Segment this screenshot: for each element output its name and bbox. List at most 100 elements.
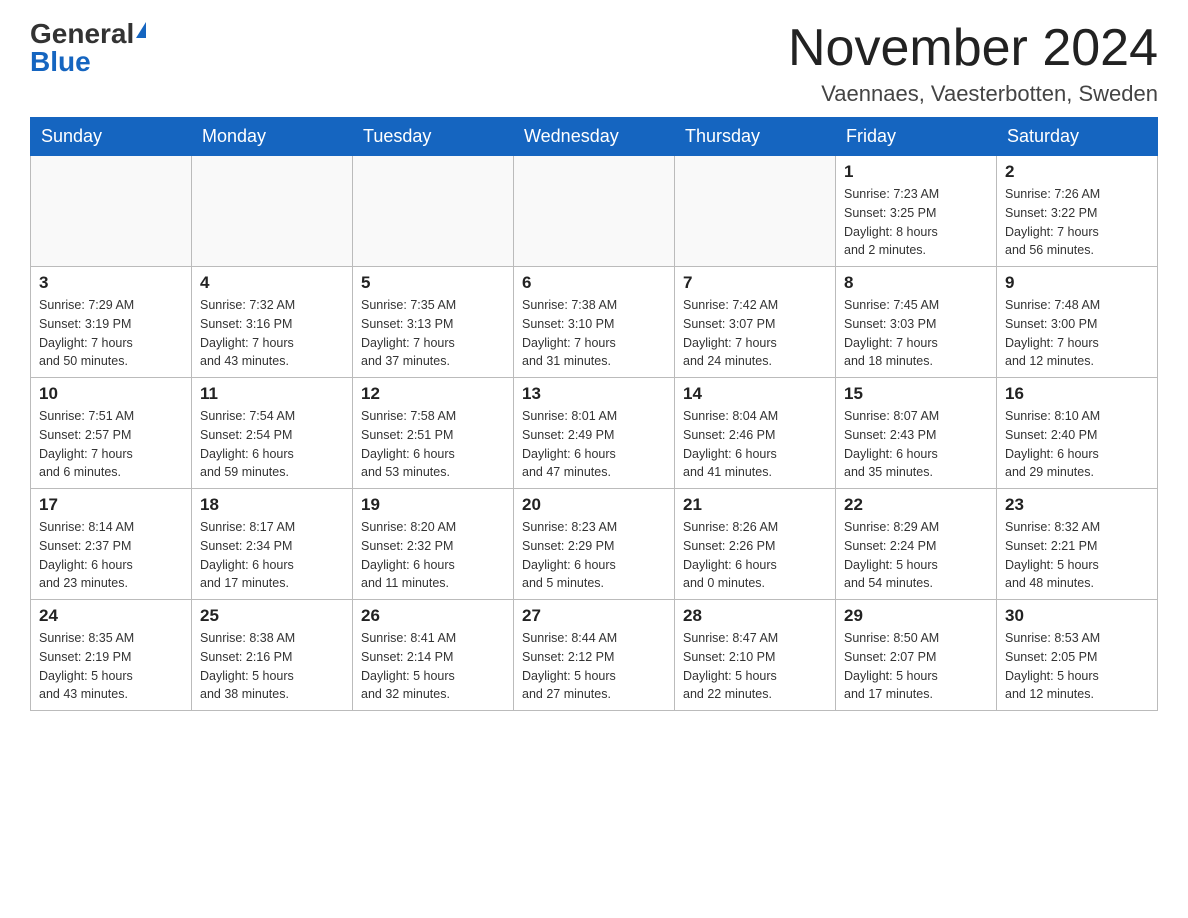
day-info: Sunrise: 8:23 AMSunset: 2:29 PMDaylight:… bbox=[522, 518, 666, 593]
day-info: Sunrise: 7:58 AMSunset: 2:51 PMDaylight:… bbox=[361, 407, 505, 482]
day-info: Sunrise: 8:20 AMSunset: 2:32 PMDaylight:… bbox=[361, 518, 505, 593]
calendar-cell bbox=[192, 156, 353, 267]
logo-blue-text: Blue bbox=[30, 46, 91, 77]
col-header-thursday: Thursday bbox=[675, 118, 836, 156]
calendar-cell: 10 Sunrise: 7:51 AMSunset: 2:57 PMDayligh… bbox=[31, 378, 192, 489]
calendar-cell: 14 Sunrise: 8:04 AMSunset: 2:46 PMDayligh… bbox=[675, 378, 836, 489]
page-header: General Blue November 2024 Vaennaes, Vae… bbox=[30, 20, 1158, 107]
day-info: Sunrise: 7:26 AMSunset: 3:22 PMDaylight:… bbox=[1005, 185, 1149, 260]
calendar-cell bbox=[675, 156, 836, 267]
day-info: Sunrise: 7:51 AMSunset: 2:57 PMDaylight:… bbox=[39, 407, 183, 482]
day-number: 11 bbox=[200, 384, 344, 404]
day-info: Sunrise: 7:45 AMSunset: 3:03 PMDaylight:… bbox=[844, 296, 988, 371]
calendar-cell bbox=[514, 156, 675, 267]
day-number: 18 bbox=[200, 495, 344, 515]
day-info: Sunrise: 8:17 AMSunset: 2:34 PMDaylight:… bbox=[200, 518, 344, 593]
calendar-cell: 25 Sunrise: 8:38 AMSunset: 2:16 PMDayligh… bbox=[192, 600, 353, 711]
title-section: November 2024 Vaennaes, Vaesterbotten, S… bbox=[788, 20, 1158, 107]
day-number: 16 bbox=[1005, 384, 1149, 404]
day-info: Sunrise: 7:42 AMSunset: 3:07 PMDaylight:… bbox=[683, 296, 827, 371]
col-header-tuesday: Tuesday bbox=[353, 118, 514, 156]
calendar-cell: 4Sunrise: 7:32 AMSunset: 3:16 PMDaylight… bbox=[192, 267, 353, 378]
calendar-table: SundayMondayTuesdayWednesdayThursdayFrid… bbox=[30, 117, 1158, 711]
week-row-3: 10 Sunrise: 7:51 AMSunset: 2:57 PMDayligh… bbox=[31, 378, 1158, 489]
calendar-cell bbox=[31, 156, 192, 267]
day-info: Sunrise: 7:48 AMSunset: 3:00 PMDaylight:… bbox=[1005, 296, 1149, 371]
day-info: Sunrise: 8:35 AMSunset: 2:19 PMDaylight:… bbox=[39, 629, 183, 704]
day-number: 21 bbox=[683, 495, 827, 515]
day-number: 2 bbox=[1005, 162, 1149, 182]
day-number: 23 bbox=[1005, 495, 1149, 515]
calendar-cell: 8 Sunrise: 7:45 AMSunset: 3:03 PMDaylight… bbox=[836, 267, 997, 378]
calendar-cell: 17Sunrise: 8:14 AMSunset: 2:37 PMDayligh… bbox=[31, 489, 192, 600]
day-number: 10 bbox=[39, 384, 183, 404]
calendar-cell: 11 Sunrise: 7:54 AMSunset: 2:54 PMDayligh… bbox=[192, 378, 353, 489]
day-number: 14 bbox=[683, 384, 827, 404]
day-number: 25 bbox=[200, 606, 344, 626]
day-number: 29 bbox=[844, 606, 988, 626]
header-row: SundayMondayTuesdayWednesdayThursdayFrid… bbox=[31, 118, 1158, 156]
day-number: 27 bbox=[522, 606, 666, 626]
col-header-saturday: Saturday bbox=[997, 118, 1158, 156]
calendar-cell: 6Sunrise: 7:38 AMSunset: 3:10 PMDaylight… bbox=[514, 267, 675, 378]
calendar-cell: 1 Sunrise: 7:23 AMSunset: 3:25 PMDaylight… bbox=[836, 156, 997, 267]
logo: General Blue bbox=[30, 20, 146, 76]
day-info: Sunrise: 8:47 AMSunset: 2:10 PMDaylight:… bbox=[683, 629, 827, 704]
calendar-cell: 15 Sunrise: 8:07 AMSunset: 2:43 PMDayligh… bbox=[836, 378, 997, 489]
day-number: 9 bbox=[1005, 273, 1149, 293]
day-info: Sunrise: 8:32 AMSunset: 2:21 PMDaylight:… bbox=[1005, 518, 1149, 593]
calendar-cell: 7 Sunrise: 7:42 AMSunset: 3:07 PMDaylight… bbox=[675, 267, 836, 378]
calendar-cell: 30Sunrise: 8:53 AMSunset: 2:05 PMDayligh… bbox=[997, 600, 1158, 711]
day-info: Sunrise: 7:32 AMSunset: 3:16 PMDaylight:… bbox=[200, 296, 344, 371]
day-number: 5 bbox=[361, 273, 505, 293]
day-info: Sunrise: 8:50 AMSunset: 2:07 PMDaylight:… bbox=[844, 629, 988, 704]
day-number: 3 bbox=[39, 273, 183, 293]
calendar-cell: 20 Sunrise: 8:23 AMSunset: 2:29 PMDayligh… bbox=[514, 489, 675, 600]
day-number: 24 bbox=[39, 606, 183, 626]
calendar-cell: 23 Sunrise: 8:32 AMSunset: 2:21 PMDayligh… bbox=[997, 489, 1158, 600]
col-header-sunday: Sunday bbox=[31, 118, 192, 156]
day-info: Sunrise: 7:54 AMSunset: 2:54 PMDaylight:… bbox=[200, 407, 344, 482]
day-number: 12 bbox=[361, 384, 505, 404]
day-number: 19 bbox=[361, 495, 505, 515]
day-info: Sunrise: 8:41 AMSunset: 2:14 PMDaylight:… bbox=[361, 629, 505, 704]
day-info: Sunrise: 7:23 AMSunset: 3:25 PMDaylight:… bbox=[844, 185, 988, 260]
week-row-5: 24 Sunrise: 8:35 AMSunset: 2:19 PMDayligh… bbox=[31, 600, 1158, 711]
day-number: 1 bbox=[844, 162, 988, 182]
day-number: 20 bbox=[522, 495, 666, 515]
calendar-cell: 2 Sunrise: 7:26 AMSunset: 3:22 PMDaylight… bbox=[997, 156, 1158, 267]
day-number: 15 bbox=[844, 384, 988, 404]
week-row-4: 17Sunrise: 8:14 AMSunset: 2:37 PMDayligh… bbox=[31, 489, 1158, 600]
col-header-monday: Monday bbox=[192, 118, 353, 156]
calendar-cell: 12 Sunrise: 7:58 AMSunset: 2:51 PMDayligh… bbox=[353, 378, 514, 489]
day-number: 22 bbox=[844, 495, 988, 515]
calendar-cell: 29 Sunrise: 8:50 AMSunset: 2:07 PMDayligh… bbox=[836, 600, 997, 711]
logo-triangle-icon bbox=[136, 22, 146, 38]
day-number: 8 bbox=[844, 273, 988, 293]
calendar-cell bbox=[353, 156, 514, 267]
month-title: November 2024 bbox=[788, 20, 1158, 77]
day-number: 28 bbox=[683, 606, 827, 626]
calendar-cell: 27 Sunrise: 8:44 AMSunset: 2:12 PMDayligh… bbox=[514, 600, 675, 711]
week-row-2: 3 Sunrise: 7:29 AMSunset: 3:19 PMDaylight… bbox=[31, 267, 1158, 378]
day-info: Sunrise: 8:07 AMSunset: 2:43 PMDaylight:… bbox=[844, 407, 988, 482]
calendar-cell: 5 Sunrise: 7:35 AMSunset: 3:13 PMDaylight… bbox=[353, 267, 514, 378]
col-header-wednesday: Wednesday bbox=[514, 118, 675, 156]
day-info: Sunrise: 7:29 AMSunset: 3:19 PMDaylight:… bbox=[39, 296, 183, 371]
calendar-cell: 13Sunrise: 8:01 AMSunset: 2:49 PMDayligh… bbox=[514, 378, 675, 489]
calendar-cell: 26 Sunrise: 8:41 AMSunset: 2:14 PMDayligh… bbox=[353, 600, 514, 711]
calendar-cell: 21Sunrise: 8:26 AMSunset: 2:26 PMDayligh… bbox=[675, 489, 836, 600]
day-info: Sunrise: 7:35 AMSunset: 3:13 PMDaylight:… bbox=[361, 296, 505, 371]
day-info: Sunrise: 8:44 AMSunset: 2:12 PMDaylight:… bbox=[522, 629, 666, 704]
calendar-cell: 9 Sunrise: 7:48 AMSunset: 3:00 PMDaylight… bbox=[997, 267, 1158, 378]
day-number: 17 bbox=[39, 495, 183, 515]
day-info: Sunrise: 8:38 AMSunset: 2:16 PMDaylight:… bbox=[200, 629, 344, 704]
calendar-cell: 22Sunrise: 8:29 AMSunset: 2:24 PMDayligh… bbox=[836, 489, 997, 600]
calendar-cell: 24 Sunrise: 8:35 AMSunset: 2:19 PMDayligh… bbox=[31, 600, 192, 711]
day-info: Sunrise: 8:04 AMSunset: 2:46 PMDaylight:… bbox=[683, 407, 827, 482]
day-number: 13 bbox=[522, 384, 666, 404]
day-number: 7 bbox=[683, 273, 827, 293]
calendar-cell: 16Sunrise: 8:10 AMSunset: 2:40 PMDayligh… bbox=[997, 378, 1158, 489]
day-info: Sunrise: 8:53 AMSunset: 2:05 PMDaylight:… bbox=[1005, 629, 1149, 704]
day-number: 26 bbox=[361, 606, 505, 626]
